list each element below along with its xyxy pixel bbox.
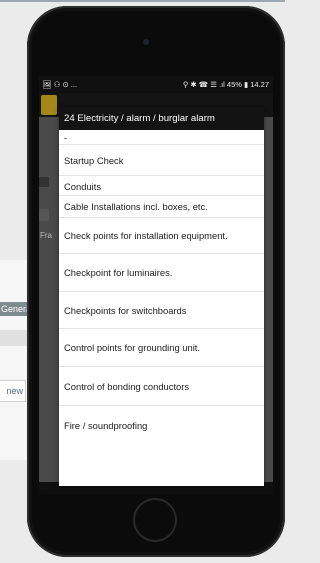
earpiece-speaker [143,39,149,45]
option-conduits[interactable]: Conduits [59,176,264,196]
new-button[interactable]: new [0,380,26,402]
status-right-info: ⚲ ✱ ☎ ☰ .ıl 45% ▮ 14.27 [182,80,269,89]
option-installation-equipment[interactable]: Check points for installation equipment. [59,218,264,254]
option-grounding-unit[interactable]: Control points for grounding unit. [59,329,264,367]
dialog-title: 24 Electricity / alarm / burglar alarm [59,107,264,130]
option-bonding-conductors[interactable]: Control of bonding conductors [59,367,264,406]
home-button[interactable] [133,498,177,542]
option-cable-installations[interactable]: Cable Installations incl. boxes, etc. [59,196,264,218]
app-control [39,177,49,187]
menu-button[interactable] [41,95,57,115]
background-top-line [0,0,285,2]
option-startup-check[interactable]: Startup Check [59,145,264,176]
app-control [39,209,49,221]
status-bar: 🖼 ⚇ ⊙ ... ⚲ ✱ ☎ ☰ .ıl 45% ▮ 14.27 [39,76,273,93]
category-picker-dialog: 24 Electricity / alarm / burglar alarm -… [59,107,264,486]
option-empty[interactable]: - [59,130,264,145]
phone-frame: 🖼 ⚇ ⊙ ... ⚲ ✱ ☎ ☰ .ıl 45% ▮ 14.27 Fra 24… [27,6,285,557]
option-luminaires[interactable]: Checkpoint for luminaires. [59,254,264,292]
general-tab[interactable]: General [0,302,27,316]
option-switchboards[interactable]: Checkpoints for switchboards [59,292,264,329]
app-partial-text: Fra [40,231,52,240]
background-strip [0,330,28,346]
phone-screen: 🖼 ⚇ ⊙ ... ⚲ ✱ ☎ ☰ .ıl 45% ▮ 14.27 Fra 24… [39,76,273,494]
status-left-icons: 🖼 ⚇ ⊙ ... [42,80,78,89]
option-fire-soundproofing[interactable]: Fire / soundproofing [59,406,264,445]
